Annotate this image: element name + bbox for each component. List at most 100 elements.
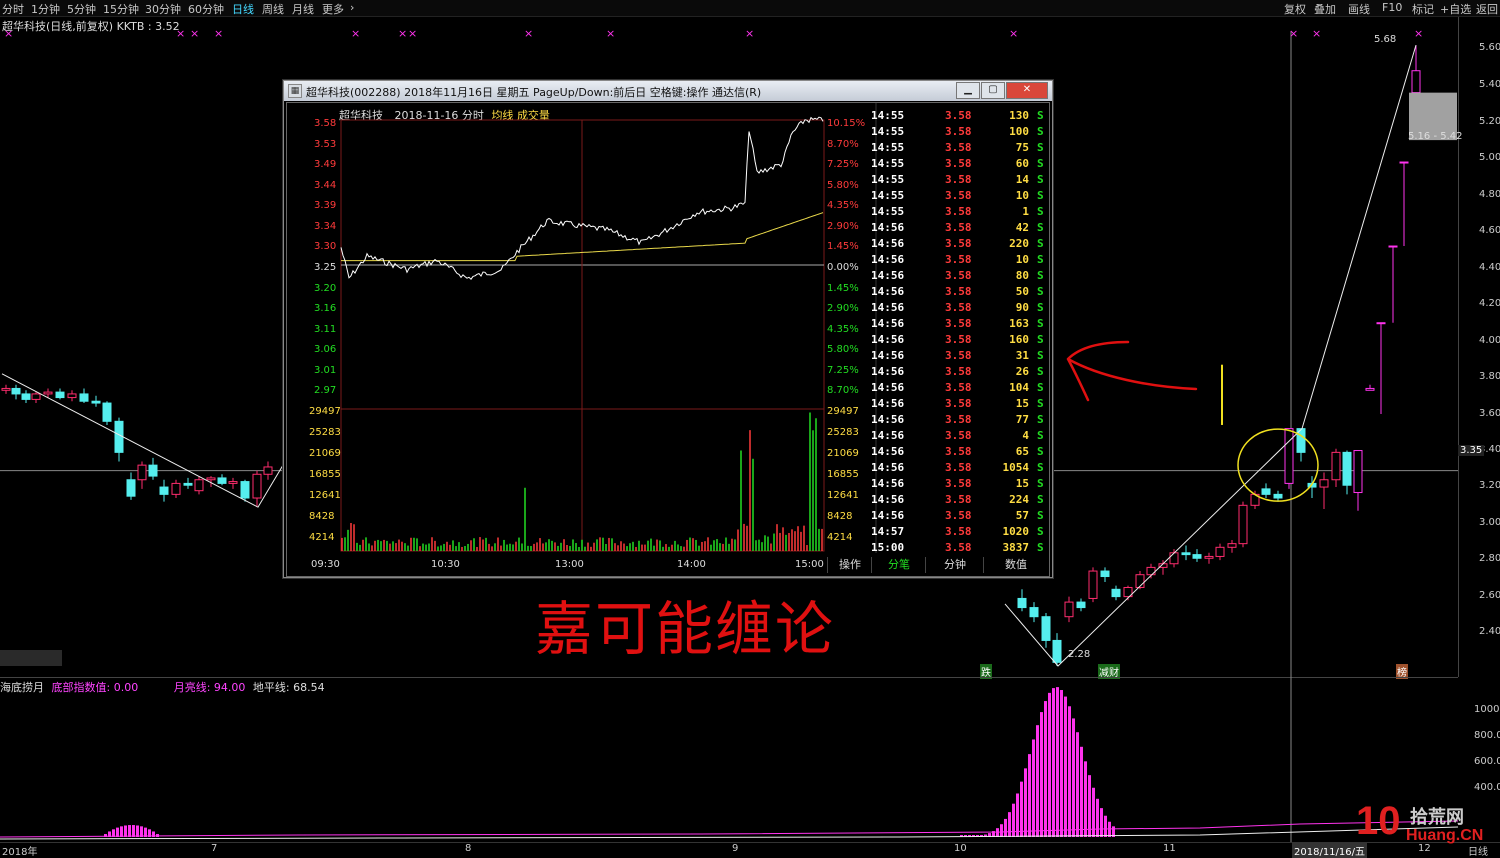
tick-price: 3.58: [945, 381, 972, 394]
overlay-button[interactable]: 叠加: [1314, 1, 1336, 17]
candle-body: [91, 400, 101, 404]
magenta-marker: ×: [1312, 27, 1321, 40]
tick-price: 3.58: [945, 509, 972, 522]
tick-side: S: [1037, 317, 1044, 330]
chevron-right-icon[interactable]: ›: [350, 1, 354, 14]
period-tab-fenshi[interactable]: 分时: [2, 1, 24, 17]
date-tick: 9: [732, 843, 739, 854]
candle-body: [11, 387, 21, 395]
candle-body: [1388, 245, 1398, 248]
candle-body: [1204, 555, 1214, 559]
tab-minutes[interactable]: 分钟: [925, 557, 984, 573]
minimize-icon[interactable]: ▁: [956, 82, 980, 99]
mark-button[interactable]: 标记: [1412, 1, 1434, 17]
period-tab-more[interactable]: 更多: [322, 1, 344, 17]
tick-side: S: [1037, 205, 1044, 218]
add-watchlist-button[interactable]: +自选: [1440, 1, 1471, 17]
tick-time: 14:56: [871, 429, 905, 442]
maximize-icon[interactable]: ▢: [981, 82, 1005, 99]
period-tab-60min[interactable]: 60分钟: [188, 1, 224, 17]
intraday-price-tick: 3.01: [314, 365, 337, 376]
indicator-bar: [1020, 781, 1023, 837]
candle-body: [1319, 479, 1329, 488]
tick-volume: 15: [1015, 477, 1029, 490]
tick-row: 14:55 3.58 130 S: [871, 107, 1047, 123]
tick-volume: 80: [1015, 269, 1029, 282]
magenta-marker: ×: [524, 27, 533, 40]
tick-row: 14:56 3.58 15 S: [871, 475, 1047, 491]
period-tab-weekly[interactable]: 周线: [262, 1, 284, 17]
price-tick: 2.80: [1479, 553, 1500, 564]
calligraphy-caption: 嘉可能缠论: [535, 595, 836, 663]
tick-row: 14:56 3.58 90 S: [871, 299, 1047, 315]
tick-price: 3.58: [945, 477, 972, 490]
watermark-brand: 拾荒网: [1410, 807, 1464, 828]
intraday-pct-tick: 2.90%: [827, 303, 859, 314]
intraday-price-tick: 3.30: [314, 241, 337, 252]
tick-time: 14:56: [871, 269, 905, 282]
tick-row: 14:56 3.58 10 S: [871, 251, 1047, 267]
restore-rights-button[interactable]: 复权: [1284, 1, 1306, 17]
indicator-bar: [1084, 761, 1087, 837]
tick-price: 3.58: [945, 413, 972, 426]
intraday-time-tick: 09:30: [311, 559, 340, 570]
tab-values[interactable]: 数值: [983, 557, 1048, 573]
indicator-bar: [132, 825, 135, 837]
close-icon[interactable]: ✕: [1006, 82, 1048, 99]
tick-side: S: [1037, 269, 1044, 282]
tick-volume: 65: [1015, 445, 1029, 458]
intraday-pct-tick: 4.35%: [827, 200, 859, 211]
popup-titlebar[interactable]: ▦ 超华科技(002288) 2018年11月16日 星期五 PageUp/Do…: [284, 81, 1052, 101]
tick-side: S: [1037, 397, 1044, 410]
magenta-marker: ×: [1414, 27, 1423, 40]
tab-operate[interactable]: 操作: [827, 557, 872, 573]
indicator-bar: [1060, 690, 1063, 837]
candle-body: [206, 477, 216, 481]
indicator-bar: [120, 826, 123, 837]
tick-volume: 160: [1009, 333, 1029, 346]
tick-volume: 224: [1009, 493, 1029, 506]
back-button[interactable]: 返回: [1476, 1, 1498, 17]
indicator-bar: [1024, 768, 1027, 837]
candle-body: [1192, 554, 1202, 559]
candle-body: [1029, 607, 1039, 618]
magenta-marker: ×: [351, 27, 360, 40]
period-tab-1min[interactable]: 1分钟: [31, 1, 60, 17]
intraday-price-tick: 2.97: [314, 385, 337, 396]
f10-button[interactable]: F10: [1382, 1, 1402, 14]
ground-line: [0, 826, 1458, 840]
tick-time: 14:56: [871, 493, 905, 506]
period-tab-30min[interactable]: 30分钟: [145, 1, 181, 17]
tick-time: 14:55: [871, 189, 905, 202]
tick-row: 14:55 3.58 14 S: [871, 171, 1047, 187]
tick-time: 14:56: [871, 349, 905, 362]
tick-side: S: [1037, 381, 1044, 394]
indicator-chart[interactable]: [0, 677, 1458, 842]
period-tab-daily[interactable]: 日线: [232, 1, 254, 17]
period-tab-monthly[interactable]: 月线: [292, 1, 314, 17]
draw-line-button[interactable]: 画线: [1348, 1, 1370, 17]
intraday-price-tick: 3.06: [314, 344, 337, 355]
tick-row: 14:56 3.58 42 S: [871, 219, 1047, 235]
tab-ticks[interactable]: 分笔: [871, 557, 926, 573]
tick-side: S: [1037, 445, 1044, 458]
intraday-pct-tick: 8.70%: [827, 139, 859, 150]
intraday-pct-tick: 0.00%: [827, 262, 859, 273]
intraday-pct-tick: 4.35%: [827, 324, 859, 335]
intraday-popup-window[interactable]: ▦ 超华科技(002288) 2018年11月16日 星期五 PageUp/Do…: [283, 80, 1053, 578]
tick-side: S: [1037, 429, 1044, 442]
intraday-price-tick: 3.44: [314, 180, 337, 191]
magenta-marker: ×: [398, 27, 407, 40]
tick-time: 14:56: [871, 445, 905, 458]
highlight-ellipse: [1237, 428, 1319, 502]
period-tab-15min[interactable]: 15分钟: [103, 1, 139, 17]
tick-row: 14:56 3.58 220 S: [871, 235, 1047, 251]
tick-price: 3.58: [945, 429, 972, 442]
intraday-pct-tick: 1.45%: [827, 241, 859, 252]
candle-body: [159, 486, 169, 495]
indicator-tick: 800.0: [1474, 730, 1500, 741]
candle-body: [55, 391, 65, 399]
period-tab-5min[interactable]: 5分钟: [67, 1, 96, 17]
magenta-marker: ×: [176, 27, 185, 40]
indicator-bar: [1096, 798, 1099, 837]
